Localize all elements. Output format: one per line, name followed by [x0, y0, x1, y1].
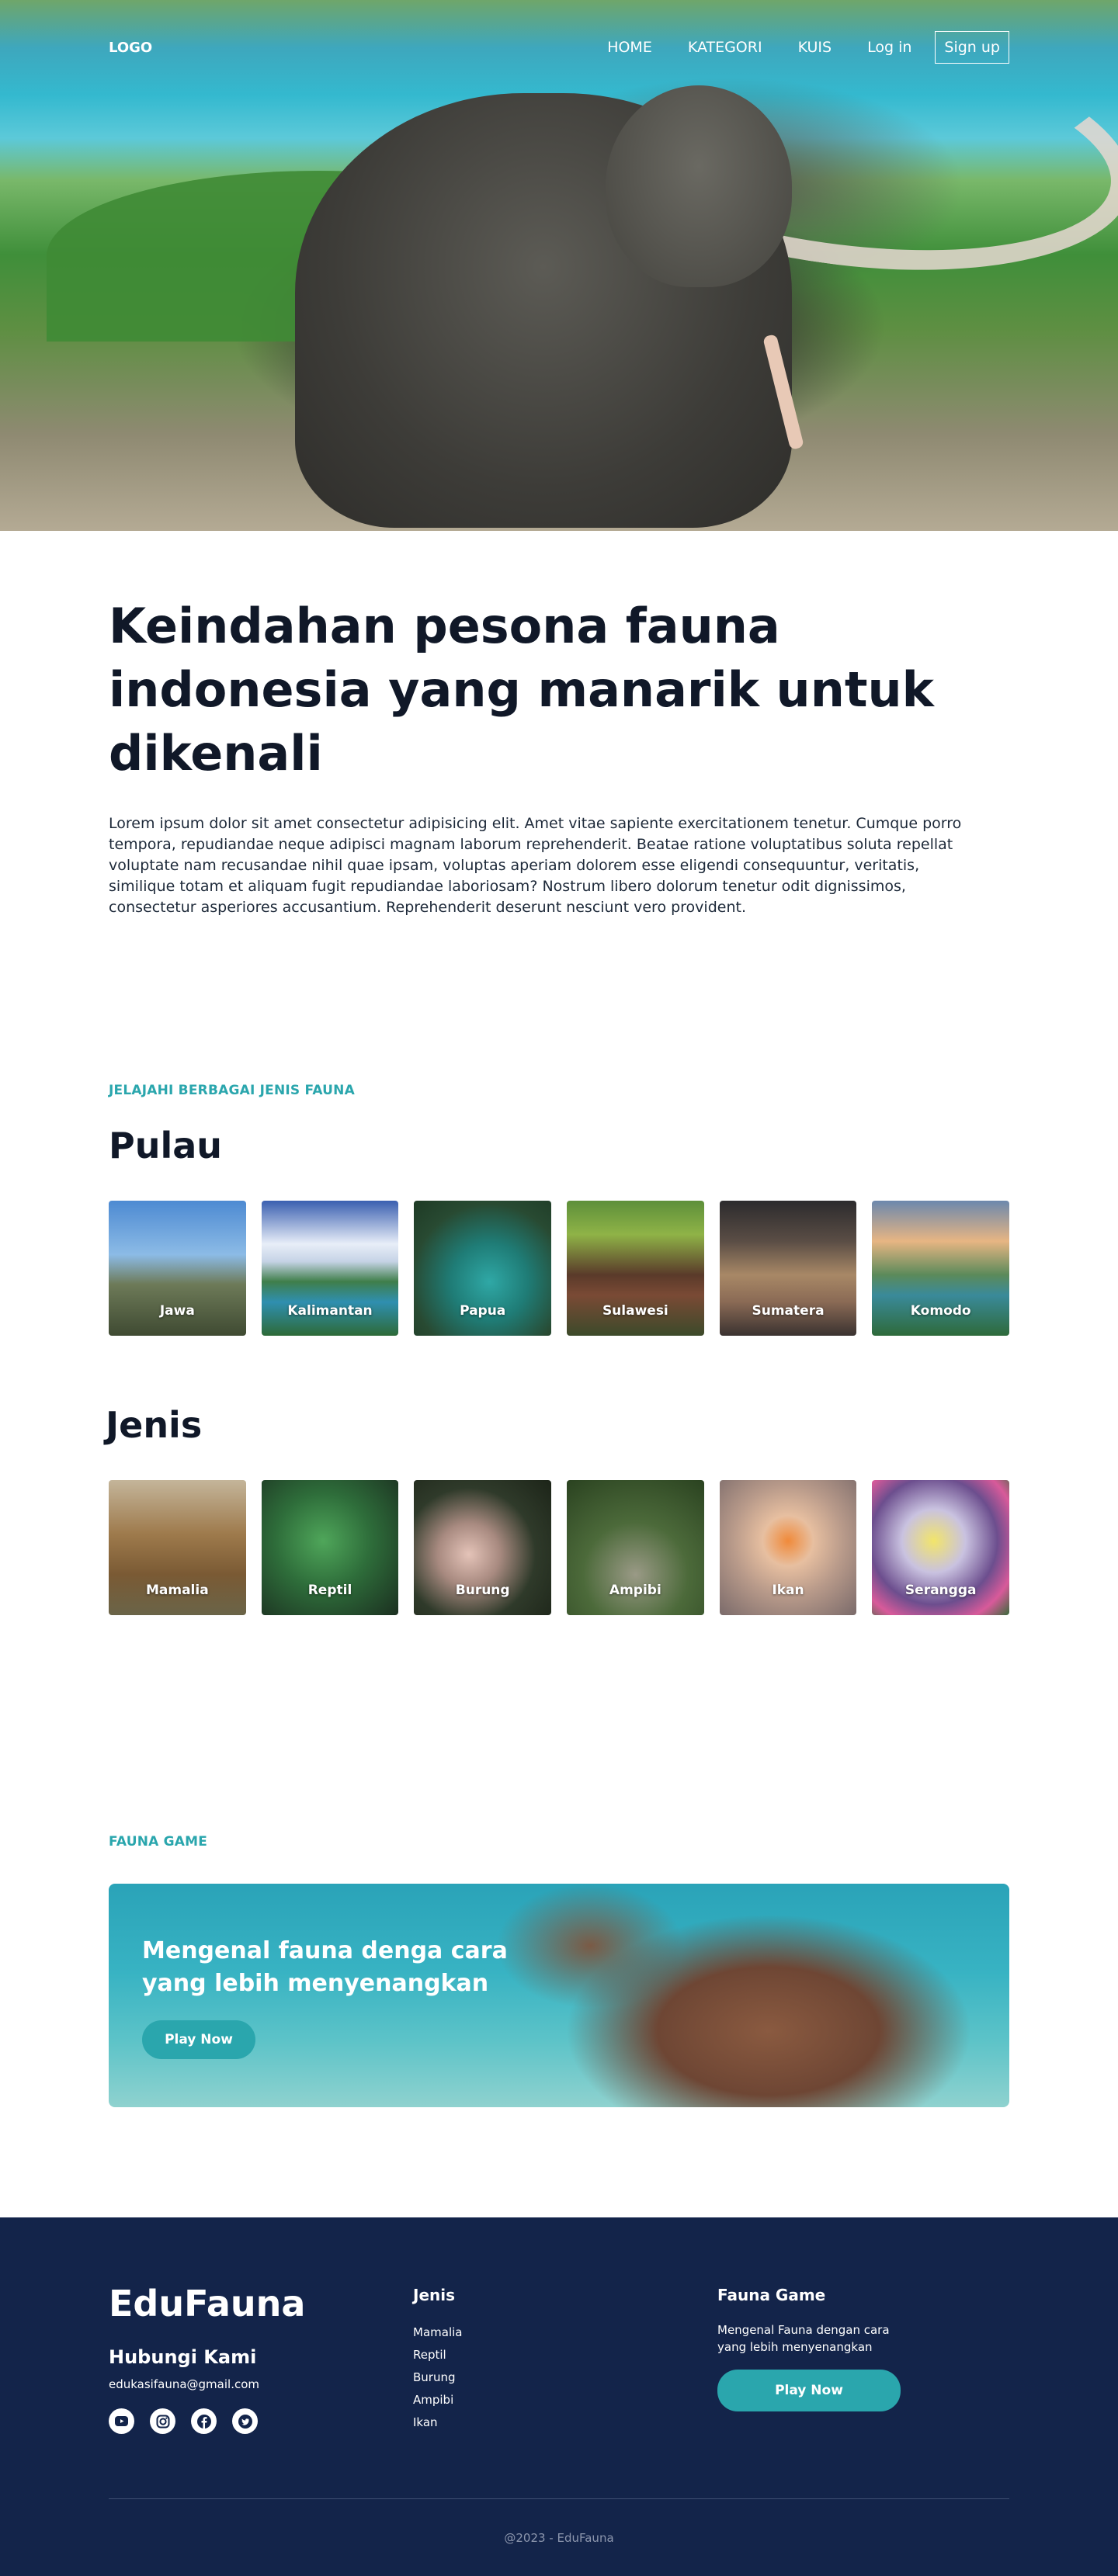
- fauna-game-section: FAUNA GAME Mengenal fauna denga cara yan…: [0, 1615, 1118, 2107]
- card-label: Jawa: [159, 1303, 195, 1319]
- pulau-card-jawa[interactable]: Jawa: [109, 1201, 246, 1336]
- footer-link-reptil[interactable]: Reptil: [413, 2344, 717, 2366]
- youtube-icon[interactable]: [109, 2408, 134, 2434]
- footer-jenis-heading: Jenis: [413, 2286, 456, 2304]
- site-logo[interactable]: LOGO: [109, 40, 152, 56]
- footer-game-heading: Fauna Game: [717, 2286, 826, 2304]
- categories-eyebrow: JELAJAHI BERBAGAI JENIS FAUNA: [109, 1083, 355, 1098]
- footer-jenis-list: Mamalia Reptil Burung Ampibi Ikan: [413, 2321, 717, 2434]
- jenis-grid: Mamalia Reptil Burung Ampibi Ikan Serang…: [109, 1480, 1010, 1615]
- footer-link-burung[interactable]: Burung: [413, 2366, 717, 2389]
- nav-kuis-link[interactable]: KUIS: [798, 39, 832, 56]
- card-label: Sumatera: [752, 1303, 825, 1319]
- play-now-button[interactable]: Play Now: [142, 2020, 255, 2059]
- jenis-card-ampibi[interactable]: Ampibi: [567, 1480, 704, 1615]
- signup-button[interactable]: Sign up: [935, 31, 1009, 64]
- intro-section: Keindahan pesona fauna indonesia yang ma…: [0, 531, 1118, 918]
- pulau-grid: Jawa Kalimantan Papua Sulawesi Sumatera …: [109, 1201, 1010, 1336]
- social-links: [109, 2408, 413, 2434]
- footer-divider: [109, 2498, 1009, 2499]
- pulau-card-sulawesi[interactable]: Sulawesi: [567, 1201, 704, 1336]
- card-label: Komodo: [910, 1303, 971, 1319]
- site-footer: EduFauna Hubungi Kami edukasifauna@gmail…: [0, 2217, 1118, 2576]
- jenis-card-mamalia[interactable]: Mamalia: [109, 1480, 246, 1615]
- footer-link-mamalia[interactable]: Mamalia: [413, 2321, 717, 2344]
- card-label: Mamalia: [145, 1583, 209, 1598]
- page-title: Keindahan pesona fauna indonesia yang ma…: [109, 598, 934, 782]
- contact-heading: Hubungi Kami: [109, 2346, 257, 2368]
- card-label: Ikan: [772, 1583, 804, 1598]
- contact-email[interactable]: edukasifauna@gmail.com: [109, 2377, 413, 2391]
- categories-section: JELAJAHI BERBAGAI JENIS FAUNA Pulau Jawa…: [0, 918, 1118, 1615]
- jenis-card-reptil[interactable]: Reptil: [261, 1480, 399, 1615]
- nav-kategori-link[interactable]: KATEGORI: [688, 39, 762, 56]
- card-label: Sulawesi: [602, 1303, 668, 1319]
- instagram-icon[interactable]: [150, 2408, 175, 2434]
- card-label: Ampibi: [609, 1583, 661, 1598]
- footer-game-column: Fauna Game Mengenal Fauna dengan cara ya…: [717, 2283, 904, 2434]
- jenis-card-burung[interactable]: Burung: [414, 1480, 552, 1615]
- card-label: Papua: [460, 1303, 506, 1319]
- game-eyebrow: FAUNA GAME: [109, 1834, 208, 1850]
- footer-link-ampibi[interactable]: Ampibi: [413, 2389, 717, 2411]
- card-label: Burung: [455, 1583, 510, 1598]
- footer-jenis-column: Jenis Mamalia Reptil Burung Ampibi Ikan: [413, 2283, 717, 2434]
- footer-link-ikan[interactable]: Ikan: [413, 2411, 717, 2434]
- game-headline: Mengenal fauna denga cara yang lebih men…: [142, 1937, 508, 1997]
- nav-home-link[interactable]: HOME: [607, 39, 652, 56]
- footer-brand: EduFauna: [109, 2283, 306, 2325]
- jenis-card-ikan[interactable]: Ikan: [719, 1480, 857, 1615]
- komodo-head-image: [606, 85, 792, 287]
- pulau-heading: Pulau: [109, 1125, 223, 1167]
- jenis-heading: Jenis: [106, 1404, 203, 1446]
- twitter-icon[interactable]: [232, 2408, 258, 2434]
- top-navbar: LOGO HOME KATEGORI KUIS Log in Sign up: [0, 29, 1118, 65]
- pulau-card-komodo[interactable]: Komodo: [872, 1201, 1010, 1336]
- card-label: Serangga: [904, 1583, 977, 1598]
- pulau-card-papua[interactable]: Papua: [414, 1201, 552, 1336]
- pulau-card-sumatera[interactable]: Sumatera: [719, 1201, 857, 1336]
- footer-play-now-button[interactable]: Play Now: [717, 2370, 901, 2411]
- footer-columns: EduFauna Hubungi Kami edukasifauna@gmail…: [109, 2283, 1009, 2434]
- jenis-card-serangga[interactable]: Serangga: [872, 1480, 1010, 1615]
- footer-game-description: Mengenal Fauna dengan cara yang lebih me…: [717, 2323, 890, 2354]
- pulau-card-kalimantan[interactable]: Kalimantan: [261, 1201, 399, 1336]
- copyright-text: @2023 - EduFauna: [504, 2531, 614, 2545]
- intro-paragraph: Lorem ipsum dolor sit amet consectetur a…: [109, 815, 962, 916]
- facebook-icon[interactable]: [191, 2408, 217, 2434]
- card-label: Kalimantan: [287, 1303, 373, 1319]
- hero-section: LOGO HOME KATEGORI KUIS Log in Sign up: [0, 0, 1118, 531]
- nav-menu: HOME KATEGORI KUIS Log in Sign up: [571, 31, 1009, 64]
- footer-contact-column: EduFauna Hubungi Kami edukasifauna@gmail…: [109, 2283, 413, 2434]
- game-banner: Mengenal fauna denga cara yang lebih men…: [109, 1884, 1009, 2107]
- login-link[interactable]: Log in: [867, 39, 911, 56]
- card-label: Reptil: [307, 1583, 352, 1598]
